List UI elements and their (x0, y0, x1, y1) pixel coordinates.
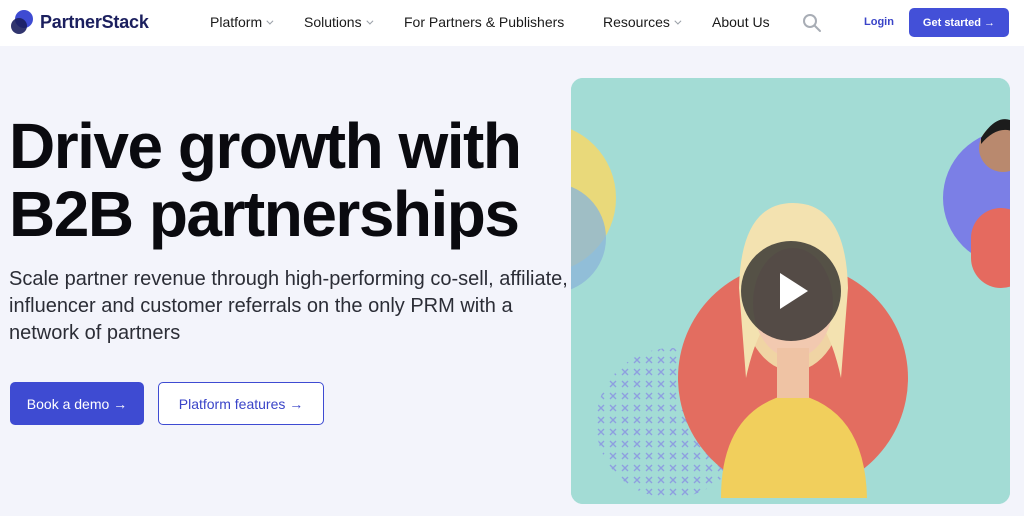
nav-item-solutions[interactable]: Solutions (304, 14, 374, 30)
nav-label: Resources (603, 14, 670, 30)
nav-label: For Partners & Publishers (404, 14, 565, 30)
nav-label: Platform (210, 14, 263, 30)
top-navigation: PartnerStack Platform Solutions For Part… (0, 0, 1024, 46)
hero-headline: Drive growth with B2B partnerships (9, 112, 569, 248)
nav-item-platform[interactable]: Platform (210, 14, 274, 30)
nav-item-partners-publishers[interactable]: For Partners & Publishers (404, 14, 564, 30)
brand-name: PartnerStack (40, 11, 149, 32)
nav-label: About Us (712, 14, 770, 30)
headline-line-1: Drive growth with (9, 110, 522, 182)
hero-subheading: Scale partner revenue through high-perfo… (9, 268, 568, 344)
nav-item-about-us[interactable]: About Us (712, 14, 770, 30)
brand-logo[interactable]: PartnerStack (10, 9, 149, 35)
nav-item-resources[interactable]: Resources (603, 14, 682, 30)
platform-features-button[interactable]: Platform features → (158, 382, 324, 425)
headline-line-2: B2B partnerships (9, 178, 520, 250)
logo-icon (10, 9, 34, 35)
nav-label: Solutions (304, 14, 362, 30)
hero-video[interactable] (571, 78, 1010, 504)
chevron-down-icon (266, 17, 274, 25)
book-demo-button[interactable]: Book a demo → (10, 382, 144, 425)
get-started-button[interactable]: Get started → (909, 8, 1009, 37)
search-icon[interactable] (802, 13, 822, 33)
chevron-down-icon (365, 17, 374, 25)
play-icon[interactable] (741, 241, 841, 341)
login-link[interactable]: Login (864, 16, 894, 28)
chevron-down-icon (674, 17, 682, 25)
